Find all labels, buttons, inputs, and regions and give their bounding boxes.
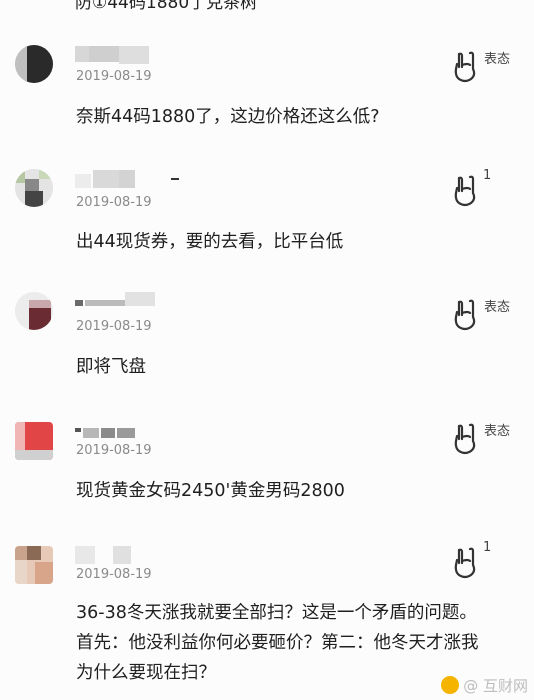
- avatar[interactable]: [15, 292, 53, 330]
- react-count: 1: [483, 540, 492, 555]
- react-label: 表态: [484, 52, 511, 67]
- username-mosaic: [75, 542, 165, 564]
- avatar[interactable]: [15, 169, 53, 207]
- comment-text: 现货黄金女码2450'黄金男码2800: [76, 481, 345, 501]
- comment-text: 36-38冬天涨我就要全部扫？这是一个矛盾的问题。首先：他没利益你何必要砸价？第…: [76, 603, 479, 683]
- comment-text: 即将飞盘: [76, 357, 146, 377]
- react-button[interactable]: 表态: [452, 50, 522, 90]
- react-button[interactable]: 1: [452, 540, 522, 586]
- rock-hand-icon: [454, 547, 476, 579]
- watermark-text: @ 互财网: [463, 677, 528, 695]
- username-mosaic: [75, 420, 165, 442]
- comment-date: 2019-08-19: [76, 567, 152, 582]
- rock-hand-icon: [454, 175, 476, 207]
- avatar[interactable]: [15, 422, 53, 460]
- rock-hand-icon: [454, 51, 476, 83]
- comment-date: 2019-08-19: [76, 443, 152, 458]
- watermark-logo-icon: [441, 676, 460, 694]
- username-mosaic: [75, 42, 165, 64]
- avatar[interactable]: [15, 45, 53, 83]
- react-button[interactable]: 表态: [452, 422, 522, 462]
- react-button[interactable]: 表态: [452, 298, 522, 338]
- react-count: 1: [483, 168, 492, 183]
- react-label: 表态: [484, 424, 511, 439]
- rock-hand-icon: [454, 423, 476, 455]
- comment-date: 2019-08-19: [76, 195, 152, 210]
- comment-date: 2019-08-19: [76, 69, 152, 84]
- avatar[interactable]: [15, 546, 53, 584]
- react-label: 表态: [484, 300, 511, 315]
- rock-hand-icon: [454, 299, 476, 331]
- username-mosaic: [75, 290, 165, 312]
- comment-text: 出44现货券，要的去看，比平台低: [76, 232, 344, 252]
- comment-date: 2019-08-19: [76, 319, 152, 334]
- watermark: @ 互财网: [441, 675, 528, 696]
- comment-text: 奈斯44码1880了，这边价格还这么低?: [76, 107, 380, 127]
- react-button[interactable]: 1: [452, 168, 522, 214]
- top-partial-comment-text: 防①44码1880了克茶树: [75, 0, 258, 13]
- username-mosaic: [75, 168, 179, 190]
